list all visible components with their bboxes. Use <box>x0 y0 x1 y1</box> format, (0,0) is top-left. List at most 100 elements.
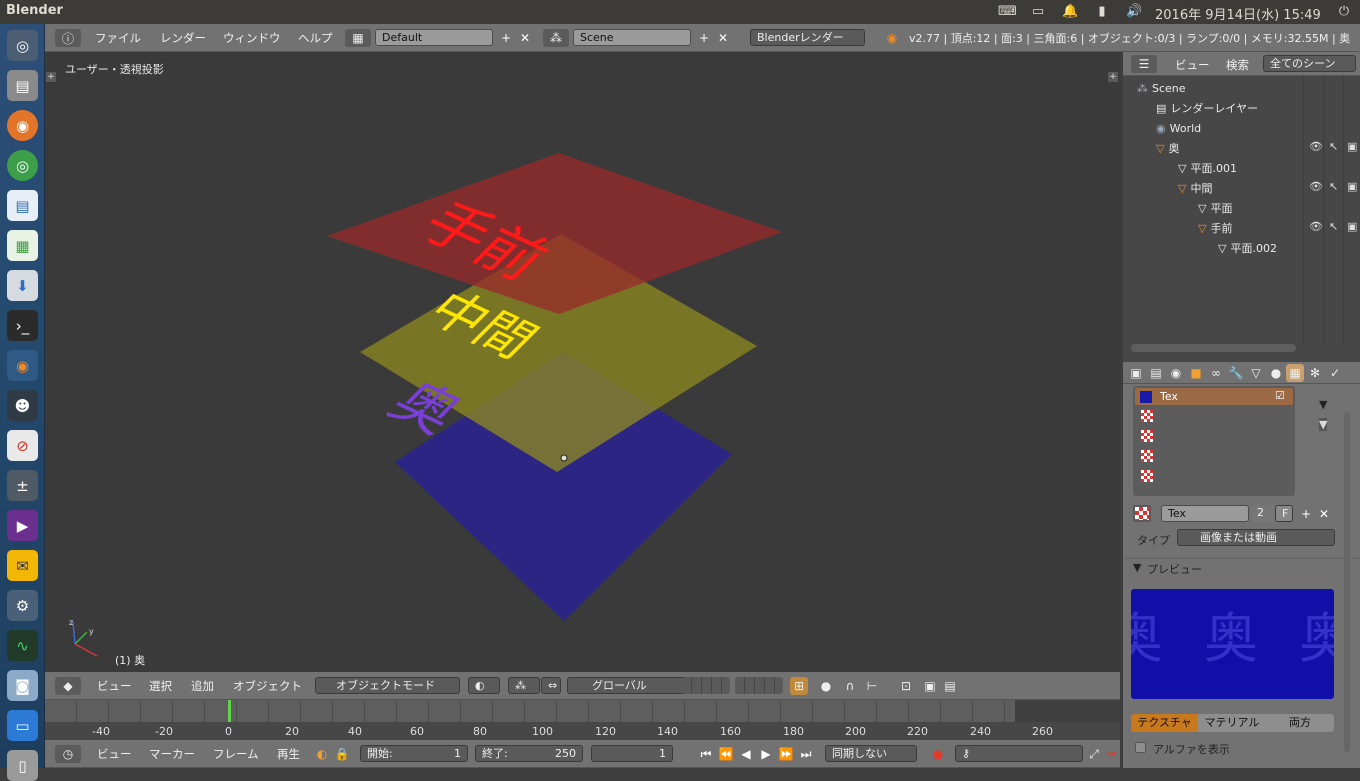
outliner[interactable]: ⁂ Scene ▤ レンダーレイヤー ◉ World ▽ 奥 ▽ 平面.001 ▽ 中間 ▽… <box>1123 76 1360 362</box>
preview-tab-texture[interactable]: テクスチャ <box>1131 714 1198 732</box>
render-layer-tab-icon[interactable]: ▤ <box>1147 364 1165 382</box>
keyboard-icon[interactable]: ⌨ <box>998 4 1017 20</box>
delete-keyframe-icon[interactable]: ✂ <box>1103 745 1121 763</box>
manipulator-toggle[interactable]: ⇔ <box>541 677 561 694</box>
preview-collapse-icon[interactable]: ▼ <box>1133 561 1141 574</box>
mail-icon[interactable]: ✉ <box>7 550 38 581</box>
scene-field[interactable]: Scene <box>573 29 691 46</box>
outliner-row-chukan[interactable]: ▽ 中間 <box>1178 178 1212 198</box>
constraints-tab-icon[interactable]: ∞ <box>1207 364 1225 382</box>
outliner-display-dropdown[interactable]: 全てのシーン <box>1263 55 1356 72</box>
outliner-row-plane002[interactable]: ▽ 平面.002 <box>1218 238 1277 258</box>
selectable-icon[interactable]: ↖ <box>1329 180 1338 193</box>
snap-element-icon[interactable]: ⊢ <box>863 677 881 695</box>
lock-icon[interactable]: 🔒 <box>333 745 351 763</box>
delete-layout-button[interactable]: ✕ <box>516 29 534 46</box>
firefox-icon[interactable]: ◉ <box>7 110 38 141</box>
fake-user-button[interactable]: F <box>1275 505 1293 522</box>
jump-start-icon[interactable]: ⏮ <box>697 745 715 763</box>
texture-name-field[interactable]: Tex <box>1161 505 1249 522</box>
chrome-icon[interactable]: ◎ <box>7 150 38 181</box>
3d-viewport[interactable]: ユーザー・透視投影 + + 手前 中間 奥 z y (1) 奥 <box>45 52 1120 672</box>
menu-window[interactable]: ウィンドウ <box>223 30 281 46</box>
outliner-row-oku[interactable]: ▽ 奥 <box>1156 138 1179 158</box>
blender-icon[interactable]: ◉ <box>7 350 38 381</box>
clock[interactable]: 2016年 9月14日(水) 15:49 <box>1155 4 1321 23</box>
renderable-icon[interactable]: ▣ <box>1347 220 1357 233</box>
selectable-icon[interactable]: ↖ <box>1329 220 1338 233</box>
menu-render[interactable]: レンダー <box>160 30 206 46</box>
add-layout-button[interactable]: + <box>497 29 515 46</box>
next-keyframe-icon[interactable]: ⏩ <box>777 745 795 763</box>
selectable-icon[interactable]: ↖ <box>1329 140 1338 153</box>
physics-tab-icon[interactable]: ✓ <box>1326 364 1344 382</box>
battery-icon[interactable]: ▮ <box>1094 4 1110 20</box>
notification-icon[interactable]: 🔔 <box>1062 4 1078 20</box>
outliner-row-scene[interactable]: ⁂ Scene <box>1137 78 1186 98</box>
material-tab-icon[interactable]: ● <box>1267 364 1285 382</box>
outliner-row-temae[interactable]: ▽ 手前 <box>1198 218 1232 238</box>
modifiers-tab-icon[interactable]: 🔧 <box>1227 364 1245 382</box>
scene-tab-icon[interactable]: ◉ <box>1167 364 1185 382</box>
empty-slot-icon[interactable] <box>1141 450 1153 462</box>
outliner-tab-search[interactable]: 検索 <box>1226 57 1249 73</box>
data-tab-icon[interactable]: ▽ <box>1247 364 1265 382</box>
screen-layout-field[interactable]: Default <box>375 29 493 46</box>
properties-scrollbar[interactable] <box>1344 412 1350 752</box>
screenshot-icon[interactable]: ◙ <box>7 670 38 701</box>
snap-icon[interactable]: ∩ <box>841 677 859 695</box>
move-slot-down-icon[interactable]: ▼ <box>1319 398 1327 411</box>
scene-icon[interactable]: ⁂ <box>543 29 569 47</box>
empty-slot-icon[interactable] <box>1141 470 1153 482</box>
pivot-dropdown[interactable]: ⁂ <box>508 677 540 694</box>
keying-set-field[interactable]: ⚷ <box>955 745 1083 762</box>
render-opengl-icon[interactable]: ⊡ <box>897 677 915 695</box>
timeline-menu-playback[interactable]: 再生 <box>277 746 300 762</box>
screen-layout-icon[interactable]: ▦ <box>345 29 371 47</box>
jump-end-icon[interactable]: ⏭ <box>797 745 815 763</box>
menu-help[interactable]: ヘルプ <box>298 30 333 46</box>
particles-tab-icon[interactable]: ✻ <box>1306 364 1324 382</box>
add-scene-button[interactable]: + <box>695 29 713 46</box>
visibility-icon[interactable]: 👁 <box>1309 180 1323 193</box>
plane-temae[interactable] <box>327 153 782 314</box>
timeline-grid[interactable] <box>45 700 1120 722</box>
preview-tab-material[interactable]: マテリアル <box>1198 714 1266 732</box>
new-texture-button[interactable]: + <box>1297 505 1315 522</box>
terminal-icon[interactable]: ›_ <box>7 310 38 341</box>
empty-slot-icon[interactable] <box>1141 410 1153 422</box>
object-tab-icon[interactable]: ■ <box>1187 364 1205 382</box>
end-frame-field[interactable]: 終了: 250 <box>475 745 583 762</box>
menu-object[interactable]: オブジェクト <box>233 678 302 694</box>
insert-keyframe-icon[interactable]: ⤢ <box>1085 745 1103 763</box>
system-monitor-icon[interactable]: ∿ <box>7 630 38 661</box>
clapper-icon[interactable]: ▤ <box>941 677 959 695</box>
outliner-tab-view[interactable]: ビュー <box>1175 57 1210 73</box>
software-center-icon[interactable]: ⬇ <box>7 270 38 301</box>
texture-slot-list[interactable]: Tex ☑ <box>1133 386 1295 496</box>
trash-icon[interactable]: ▯ <box>7 750 38 781</box>
timeline-menu-frame[interactable]: フレーム <box>213 746 259 762</box>
texture-browse-icon[interactable] <box>1133 505 1151 522</box>
object-origin[interactable] <box>560 454 568 462</box>
texture-type-dropdown[interactable]: 画像または動画 <box>1177 529 1335 546</box>
layer-buttons-b[interactable] <box>735 677 783 694</box>
play-reverse-icon[interactable]: ◀ <box>737 745 755 763</box>
writer-icon[interactable]: ▤ <box>7 190 38 221</box>
outliner-row-plane001[interactable]: ▽ 平面.001 <box>1178 158 1237 178</box>
sync-dropdown[interactable]: 同期しない <box>825 745 917 762</box>
properties-editor[interactable]: ▣ ▤ ◉ ■ ∞ 🔧 ▽ ● ▦ ✻ ✓ Tex ☑ ▼ ▼ Tex 2 F … <box>1123 362 1360 768</box>
timeline[interactable]: -40 -20 0 20 40 60 80 100 120 140 160 18… <box>45 700 1120 740</box>
preview-panel-title[interactable]: プレビュー <box>1147 561 1202 577</box>
screen-icon[interactable]: ▭ <box>1030 4 1046 20</box>
render-animation-icon[interactable]: ▣ <box>921 677 939 695</box>
record-icon[interactable]: ● <box>929 745 947 763</box>
menu-select[interactable]: 選択 <box>149 678 172 694</box>
calculator-icon[interactable]: ± <box>7 470 38 501</box>
start-frame-field[interactable]: 開始: 1 <box>360 745 468 762</box>
outliner-row-world[interactable]: ◉ World <box>1156 118 1201 138</box>
menu-view[interactable]: ビュー <box>97 678 132 694</box>
play-icon[interactable]: ▶ <box>757 745 775 763</box>
settings-icon[interactable]: ⚙ <box>7 590 38 621</box>
power-icon[interactable]: ⏻ <box>1336 4 1352 20</box>
